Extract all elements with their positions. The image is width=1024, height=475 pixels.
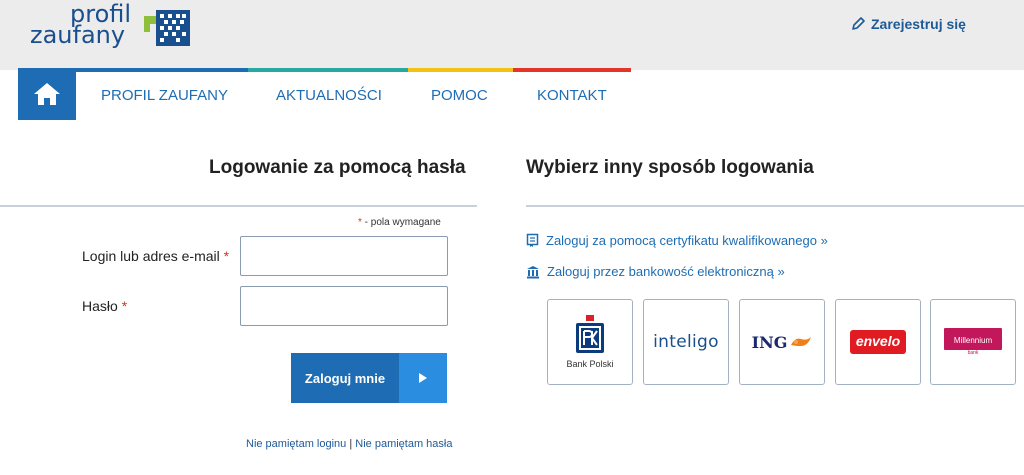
home-button[interactable] xyxy=(18,68,76,120)
required-note: * - pola wymagane xyxy=(358,217,441,228)
ing-logo-text: ING xyxy=(751,332,788,352)
divider xyxy=(526,205,1024,207)
certificate-login-link[interactable]: Zaloguj za pomocą certyfikatu kwalifikow… xyxy=(526,233,828,248)
forgot-links: Nie pamiętam loginu | Nie pamiętam hasła xyxy=(246,438,453,450)
ing-lion-icon xyxy=(791,337,812,346)
bank-tile-pko[interactable]: Bank Polski xyxy=(547,299,633,385)
password-label: Hasło * xyxy=(82,298,128,314)
bank-building-icon xyxy=(527,265,539,278)
bank-tile-millennium[interactable]: Millennium bank xyxy=(930,299,1016,385)
logo-mark-icon xyxy=(144,10,190,46)
register-label: Zarejestruj się xyxy=(871,16,966,32)
profil-zaufany-logo[interactable]: profil zaufany xyxy=(30,2,200,52)
nav-color-stripe xyxy=(18,68,631,72)
envelo-logo-icon: envelo xyxy=(849,330,907,354)
certificate-icon xyxy=(526,233,539,247)
login-button-label: Zaloguj mnie xyxy=(304,370,386,386)
bank-login-link[interactable]: Zaloguj przez bankowość elektroniczną » xyxy=(526,264,785,279)
divider xyxy=(0,205,477,207)
page: profil zaufany Zarejestruj się PROFIL ZA… xyxy=(0,0,1024,475)
nav-item-aktualnosci[interactable]: AKTUALNOŚCI xyxy=(276,87,382,104)
bank-tile-inteligo[interactable]: inteligo xyxy=(643,299,729,385)
bank-tile-envelo[interactable]: envelo xyxy=(835,299,921,385)
main-nav: PROFIL ZAUFANY AKTUALNOŚCI POMOC KONTAKT xyxy=(18,68,631,120)
nav-item-pomoc[interactable]: POMOC xyxy=(431,87,488,104)
millennium-logo-icon: Millennium xyxy=(944,328,1002,350)
pencil-icon xyxy=(852,17,865,30)
login-input[interactable] xyxy=(240,236,448,276)
register-link[interactable]: Zarejestruj się xyxy=(851,16,966,32)
certificate-link-label: Zaloguj za pomocą certyfikatu kwalifikow… xyxy=(546,233,828,248)
nav-item-kontakt[interactable]: KONTAKT xyxy=(537,87,607,104)
password-input[interactable] xyxy=(240,286,448,326)
pko-logo-icon xyxy=(576,315,604,353)
login-label: Login lub adres e-mail * xyxy=(82,248,230,264)
login-button[interactable]: Zaloguj mnie xyxy=(291,353,447,403)
bank-link-label: Zaloguj przez bankowość elektroniczną » xyxy=(547,264,785,279)
home-icon xyxy=(34,83,60,105)
bank-name-label: Bank Polski xyxy=(566,359,614,369)
forgot-password-link[interactable]: Nie pamiętam hasła xyxy=(355,438,452,450)
play-arrow-icon xyxy=(399,353,447,403)
header: profil zaufany Zarejestruj się xyxy=(0,0,1024,70)
alternative-title: Wybierz inny sposób logowania xyxy=(526,157,814,178)
bank-tile-ing[interactable]: ING xyxy=(739,299,825,385)
login-title: Logowanie za pomocą hasła xyxy=(209,157,466,178)
forgot-login-link[interactable]: Nie pamiętam loginu xyxy=(246,438,346,450)
logo-line2: zaufany xyxy=(30,21,126,49)
inteligo-logo-icon: inteligo xyxy=(653,332,719,352)
nav-item-profil-zaufany[interactable]: PROFIL ZAUFANY xyxy=(101,87,228,104)
